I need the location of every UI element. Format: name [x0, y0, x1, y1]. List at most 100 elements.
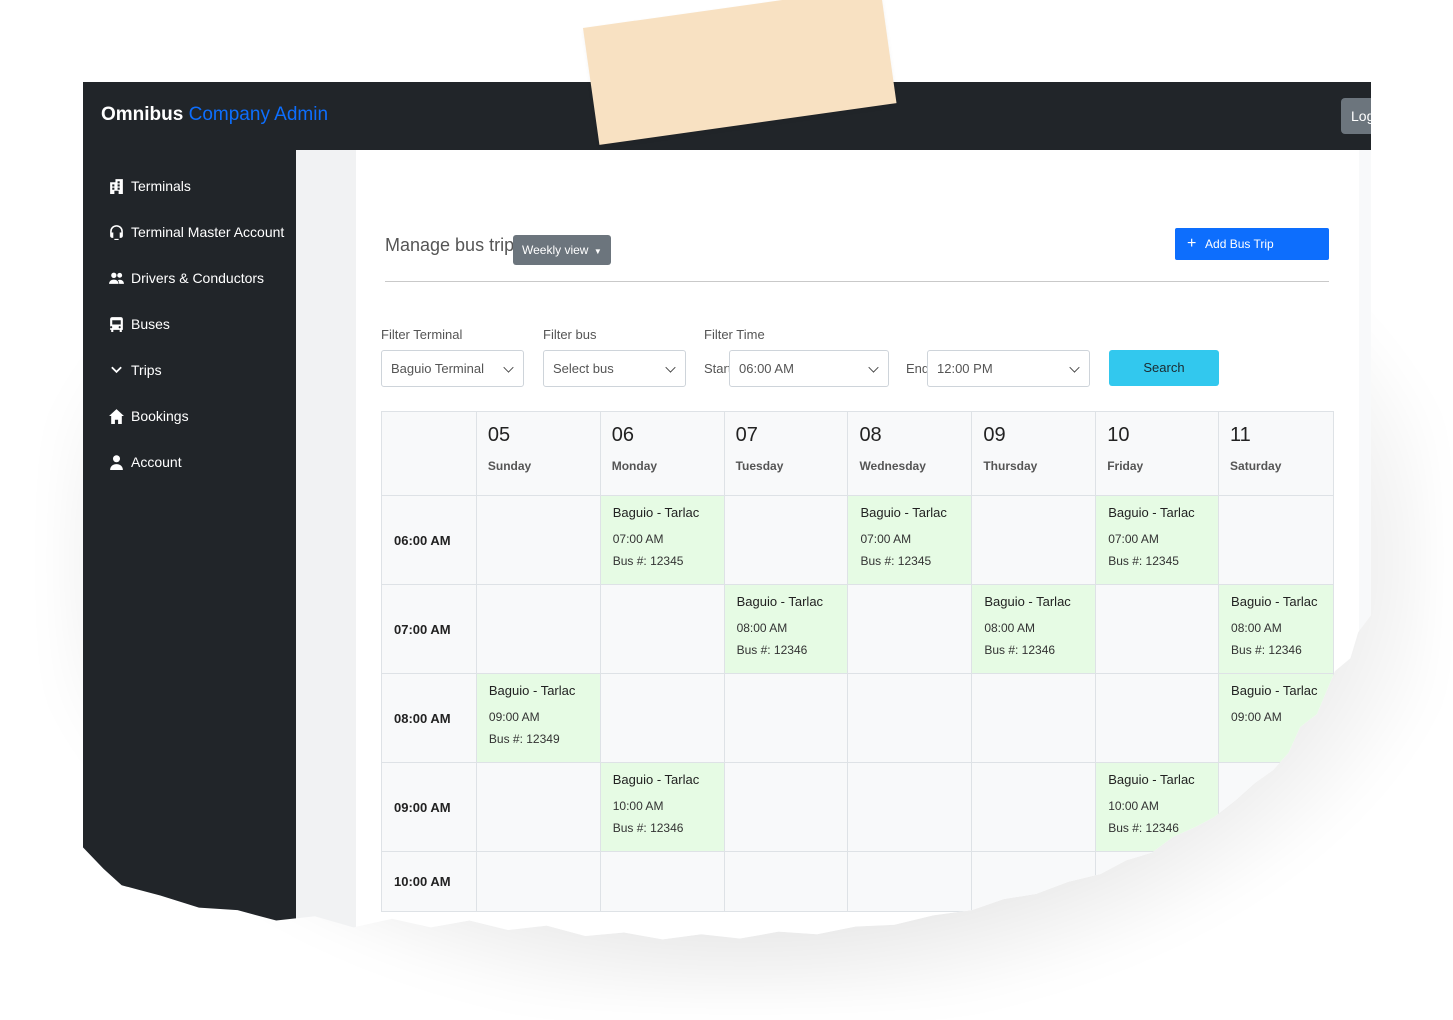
filter-bus-placeholder: Select bus	[553, 361, 614, 376]
empty-slot[interactable]	[475, 762, 601, 852]
end-time-select[interactable]: 12:00 PM	[927, 350, 1090, 387]
time-slot-label: 10:00 AM	[381, 851, 477, 912]
day-date: 08	[859, 424, 882, 446]
empty-slot[interactable]	[847, 584, 973, 674]
filter-bus-label: Filter bus	[543, 327, 597, 342]
trip-card[interactable]: Baguio - Tarlac 07:00 AM Bus #: 12345	[599, 495, 725, 585]
empty-slot[interactable]	[475, 495, 601, 585]
chevron-down-icon	[503, 362, 514, 373]
sidebar-item-label: Terminals	[131, 178, 191, 194]
empty-slot[interactable]	[971, 762, 1097, 852]
stage: Omnibus Company Admin Log Terminals Term…	[0, 0, 1453, 1020]
view-toggle-label: Weekly view	[522, 243, 589, 257]
empty-slot[interactable]	[971, 495, 1097, 585]
brand-sub: Company Admin	[188, 104, 329, 125]
day-header: 10 Friday	[1095, 411, 1220, 496]
trip-card[interactable]: Baguio - Tarlac 10:00 AM Bus #: 12346	[599, 762, 725, 852]
trip-card[interactable]: Baguio - Tarlac 08:00 AM Bus #: 12346	[971, 584, 1097, 674]
person-icon	[107, 453, 125, 471]
filter-terminal-select[interactable]: Baguio Terminal	[381, 350, 524, 387]
sidebar: Terminals Terminal Master Account Driver…	[83, 150, 296, 940]
empty-slot[interactable]	[847, 851, 973, 912]
empty-slot[interactable]	[723, 673, 849, 763]
empty-slot[interactable]	[475, 584, 601, 674]
sidebar-item-label: Account	[131, 454, 182, 470]
trip-bus: Bus #: 12345	[860, 554, 932, 568]
empty-slot[interactable]	[599, 584, 725, 674]
sidebar-item-terminals[interactable]: Terminals	[107, 174, 191, 198]
trip-bus: Bus #: 12345	[612, 554, 684, 568]
empty-slot[interactable]	[599, 851, 725, 912]
bus-icon	[107, 315, 125, 333]
divider	[385, 281, 1329, 282]
trip-route: Baguio - Tarlac	[1231, 594, 1318, 609]
empty-slot[interactable]	[1095, 584, 1220, 674]
content-gutter	[296, 150, 356, 940]
calendar-corner	[381, 411, 477, 496]
trip-time: 07:00 AM	[612, 532, 664, 546]
plus-icon: +	[1187, 235, 1197, 252]
filter-terminal-label: Filter Terminal	[381, 327, 463, 342]
caret-down-icon: ▼	[593, 247, 602, 256]
trip-time: 08:00 AM	[1231, 621, 1282, 635]
sidebar-item-drivers-conductors[interactable]: Drivers & Conductors	[107, 266, 264, 290]
view-toggle-dropdown[interactable]: Weekly view ▼	[513, 235, 611, 265]
day-date: 10	[1107, 424, 1130, 446]
brand[interactable]: Omnibus Company Admin	[101, 104, 328, 126]
house-icon	[107, 407, 125, 425]
people-icon	[107, 269, 125, 287]
sidebar-item-bookings[interactable]: Bookings	[107, 404, 189, 428]
empty-slot[interactable]	[723, 495, 849, 585]
sidebar-item-label: Drivers & Conductors	[131, 270, 265, 286]
trip-card[interactable]: Baguio - Tarlac 09:00 AM Bus #: 12349	[475, 673, 601, 763]
brand-name: Omnibus	[101, 104, 184, 125]
empty-slot[interactable]	[847, 762, 973, 852]
trip-card[interactable]: Baguio - Tarlac 08:00 AM Bus #: 12346	[1218, 584, 1334, 674]
day-weekday: Tuesday	[735, 459, 784, 473]
empty-slot[interactable]	[599, 673, 725, 763]
trip-route: Baguio - Tarlac	[1108, 505, 1195, 520]
end-time-value: 12:00 PM	[937, 361, 993, 376]
logout-button[interactable]: Log	[1341, 98, 1371, 134]
trip-card[interactable]: Baguio - Tarlac 08:00 AM Bus #: 12346	[723, 584, 849, 674]
sidebar-item-terminal-master-account[interactable]: Terminal Master Account	[107, 220, 284, 244]
empty-slot[interactable]	[475, 851, 601, 912]
sidebar-item-trips[interactable]: Trips	[107, 358, 162, 382]
time-slot-label: 08:00 AM	[381, 673, 477, 763]
empty-slot[interactable]	[723, 851, 849, 912]
trip-bus: Bus #: 12346	[1231, 643, 1302, 657]
empty-slot[interactable]	[723, 762, 849, 852]
filter-time-label: Filter Time	[704, 327, 765, 342]
day-weekday: Wednesday	[859, 459, 926, 473]
trip-route: Baguio - Tarlac	[612, 772, 700, 787]
add-bus-trip-label: Add Bus Trip	[1205, 237, 1274, 251]
start-time-select[interactable]: 06:00 AM	[729, 350, 889, 387]
day-weekday: Friday	[1107, 459, 1144, 473]
day-date: 06	[611, 424, 634, 446]
trip-time: 08:00 AM	[736, 621, 788, 635]
day-header: 06 Monday	[599, 411, 725, 496]
trip-bus: Bus #: 12345	[1108, 554, 1179, 568]
filter-bus-select[interactable]: Select bus	[543, 350, 686, 387]
sidebar-item-account[interactable]: Account	[107, 450, 182, 474]
chevron-down-icon	[868, 362, 879, 373]
day-header: 11 Saturday	[1218, 411, 1334, 496]
day-weekday: Sunday	[487, 459, 532, 473]
empty-slot[interactable]	[971, 673, 1097, 763]
trip-card[interactable]: Baguio - Tarlac 07:00 AM Bus #: 12345	[1095, 495, 1220, 585]
trip-route: Baguio - Tarlac	[1231, 683, 1318, 698]
calendar-row: 06:00 AM Baguio - Tarlac 07:00 AM Bus #: 12…	[381, 495, 1334, 585]
empty-slot[interactable]	[1218, 495, 1334, 585]
add-bus-trip-button[interactable]: + Add Bus Trip	[1175, 228, 1329, 260]
search-button[interactable]: Search	[1109, 350, 1219, 386]
trip-time: 07:00 AM	[1108, 532, 1159, 546]
calendar-row: 07:00 AM Baguio - Tarlac 08:00 AM Bus #: 12…	[381, 584, 1334, 674]
empty-slot[interactable]	[847, 673, 973, 763]
end-time-label: End	[906, 361, 930, 376]
trip-route: Baguio - Tarlac	[1108, 772, 1195, 787]
day-date: 11	[1230, 424, 1251, 446]
trip-card[interactable]: Baguio - Tarlac 07:00 AM Bus #: 12345	[847, 495, 973, 585]
empty-slot[interactable]	[1095, 673, 1220, 763]
time-slot-label: 06:00 AM	[381, 495, 477, 585]
sidebar-item-buses[interactable]: Buses	[107, 312, 170, 336]
